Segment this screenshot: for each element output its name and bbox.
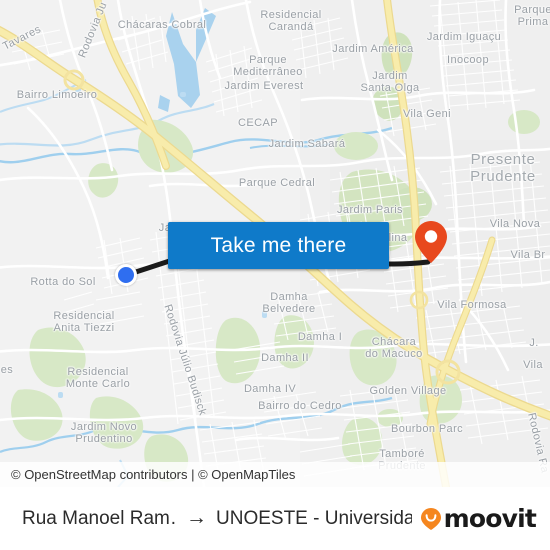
trip-summary: Rua Manoel Ram… → UNOESTE - Universidade… (22, 506, 412, 530)
take-me-there-button[interactable]: Take me there (168, 222, 389, 269)
map-pin-icon (415, 221, 447, 263)
trip-destination-label[interactable]: UNOESTE - Universidade do Oe… (216, 508, 412, 530)
map-attribution-bar: © OpenStreetMap contributors | © OpenMap… (0, 462, 550, 487)
moovit-trip-screen: Tavares Rodovia Ju Chácaras Cobral Residenc… (0, 0, 550, 550)
moovit-logo[interactable]: moovit (420, 504, 537, 533)
destination-pin-icon[interactable] (414, 220, 448, 264)
moovit-wordmark: moovit (443, 504, 537, 533)
trip-footer: Rua Manoel Ram… → UNOESTE - Universidade… (0, 487, 550, 550)
trip-origin-label[interactable]: Rua Manoel Ram… (22, 508, 177, 530)
moovit-pin-icon (420, 507, 441, 530)
arrow-right-icon: → (186, 506, 207, 529)
origin-location-dot[interactable] (115, 264, 137, 286)
map-canvas[interactable]: Tavares Rodovia Ju Chácaras Cobral Residenc… (0, 0, 550, 487)
attribution-text[interactable]: © OpenStreetMap contributors | © OpenMap… (11, 467, 295, 482)
